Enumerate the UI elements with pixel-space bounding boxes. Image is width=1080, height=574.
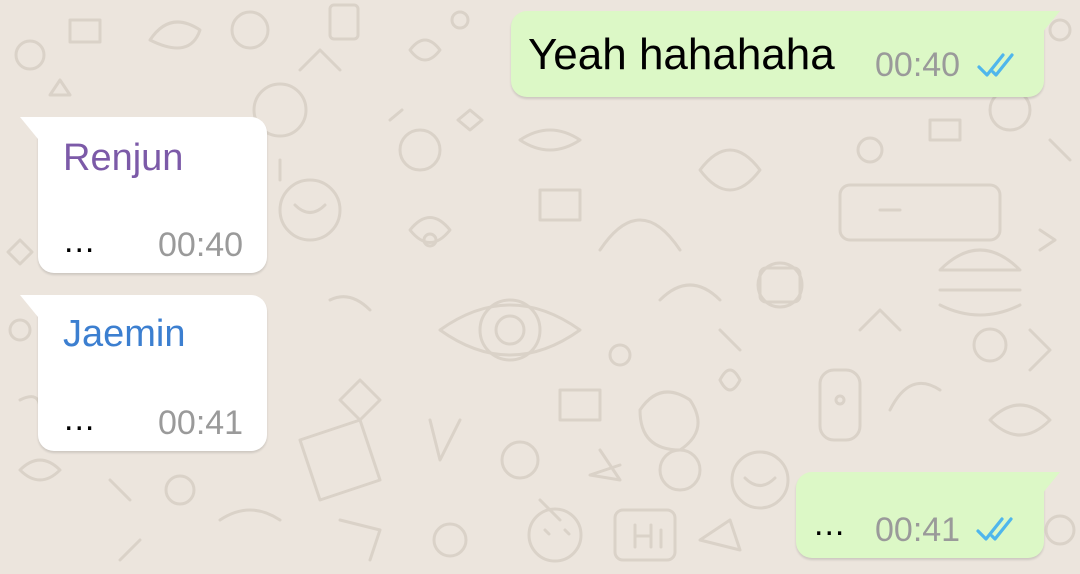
sender-name[interactable]: Jaemin [63, 315, 186, 353]
incoming-message-bubble[interactable]: Renjun ... 00:40 [20, 117, 267, 273]
message-text: ... [814, 505, 846, 543]
incoming-message-bubble[interactable]: Jaemin ... 00:41 [20, 295, 267, 451]
read-double-check-icon [976, 517, 1013, 541]
bubble-tail [20, 295, 38, 317]
message-time: 00:40 [158, 226, 244, 264]
outgoing-message-bubble[interactable]: Yeah hahahaha 00:40 [511, 11, 1060, 97]
message-text: Yeah hahahaha [528, 30, 835, 79]
bubble-tail [20, 117, 38, 139]
bubble-tail [1042, 11, 1060, 33]
message-text: ... [64, 222, 96, 260]
sender-name[interactable]: Renjun [63, 139, 183, 177]
read-double-check-icon [977, 53, 1014, 77]
outgoing-message-bubble[interactable]: ... 00:41 [796, 472, 1060, 558]
message-time: 00:41 [158, 404, 244, 442]
message-time: 00:40 [875, 46, 961, 84]
message-text: ... [64, 400, 96, 438]
message-time: 00:41 [875, 511, 961, 549]
bubble-tail [1042, 472, 1060, 494]
